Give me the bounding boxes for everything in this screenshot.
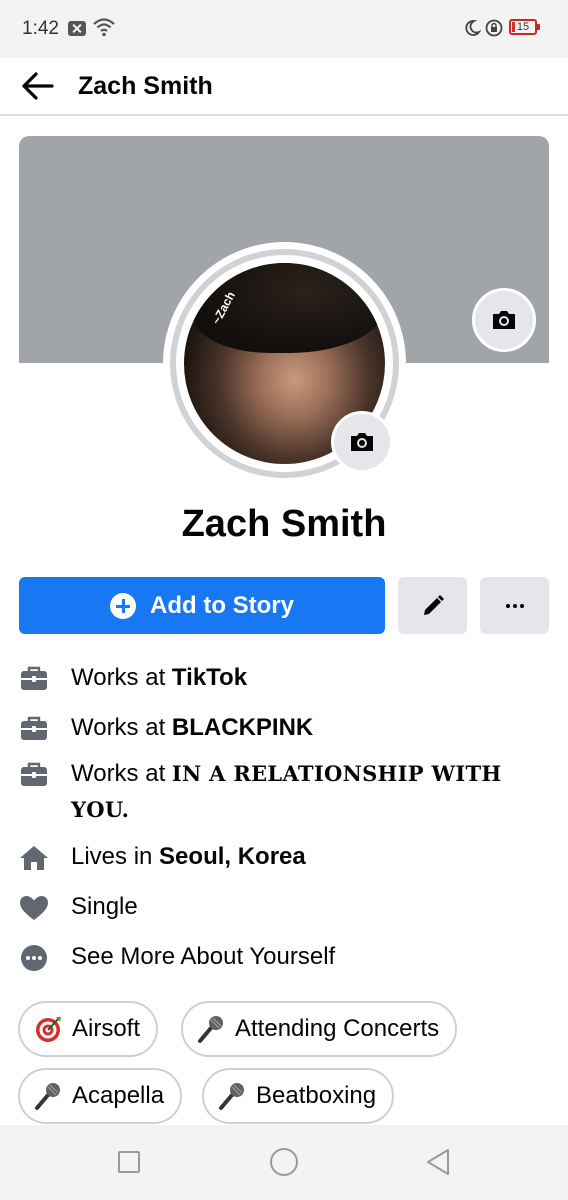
hobby-chip-attending-concerts[interactable]: Attending Concerts: [181, 1001, 458, 1057]
hobby-chip-beatboxing[interactable]: Beatboxing: [202, 1068, 395, 1124]
edit-cover-camera-button[interactable]: [472, 288, 536, 352]
microphone-icon: [198, 1016, 223, 1043]
detail-text: Lives in Seoul, Korea: [71, 843, 306, 870]
edit-avatar-camera-button[interactable]: [331, 411, 393, 473]
briefcase-icon: [21, 716, 47, 740]
system-navigation-bar: [0, 1125, 568, 1200]
hobby-label: Acapella: [72, 1082, 165, 1109]
heart-icon: [20, 896, 48, 920]
home-button-icon[interactable]: [270, 1148, 298, 1176]
status-bar: 1:42 15: [0, 0, 568, 58]
hobby-chip-acapella[interactable]: Acapella: [18, 1068, 183, 1124]
hobby-chip-airsoft[interactable]: Airsoft: [18, 1001, 159, 1057]
edit-profile-button[interactable]: [398, 577, 467, 634]
more-circle-icon: [21, 945, 47, 971]
profile-name: Zach Smith: [181, 503, 387, 545]
pencil-icon: [423, 594, 444, 615]
detail-text: See More About Yourself: [71, 943, 336, 970]
detail-text: Works at TikTok: [71, 664, 248, 691]
notification-icon: [68, 21, 86, 36]
hobby-label: Airsoft: [72, 1015, 141, 1042]
header-title: Zach Smith: [78, 72, 213, 100]
recent-apps-icon[interactable]: [118, 1151, 140, 1173]
target-icon: [36, 1017, 61, 1042]
camera-icon: [493, 311, 515, 329]
more-dots-icon: [505, 603, 524, 608]
back-arrow-icon[interactable]: [18, 66, 58, 106]
microphone-icon: [35, 1083, 60, 1110]
briefcase-icon: [21, 666, 47, 690]
rotation-lock-icon: [485, 19, 503, 37]
top-header: Zach Smith: [0, 58, 568, 116]
microphone-icon: [219, 1083, 244, 1110]
hobby-label: Attending Concerts: [235, 1015, 440, 1042]
hobby-label: Beatboxing: [256, 1082, 377, 1109]
detail-text-line2: YOU.: [71, 797, 130, 822]
status-time: 1:42: [22, 18, 59, 39]
home-icon: [20, 846, 48, 870]
detail-text: Works at IN A RELATIONSHIP WITH: [71, 760, 502, 787]
detail-text: Single: [71, 893, 138, 920]
back-triangle-icon[interactable]: [425, 1147, 451, 1177]
plus-circle-icon: [110, 592, 136, 619]
battery-icon: 15: [509, 19, 540, 35]
do-not-disturb-icon: [465, 20, 481, 36]
more-options-button[interactable]: [480, 577, 549, 634]
detail-text: Works at BLACKPINK: [71, 714, 314, 741]
add-to-story-label: Add to Story: [150, 591, 294, 619]
add-to-story-button[interactable]: Add to Story: [19, 577, 385, 634]
wifi-icon: [93, 18, 115, 37]
briefcase-icon: [21, 762, 47, 786]
camera-icon: [351, 433, 373, 451]
